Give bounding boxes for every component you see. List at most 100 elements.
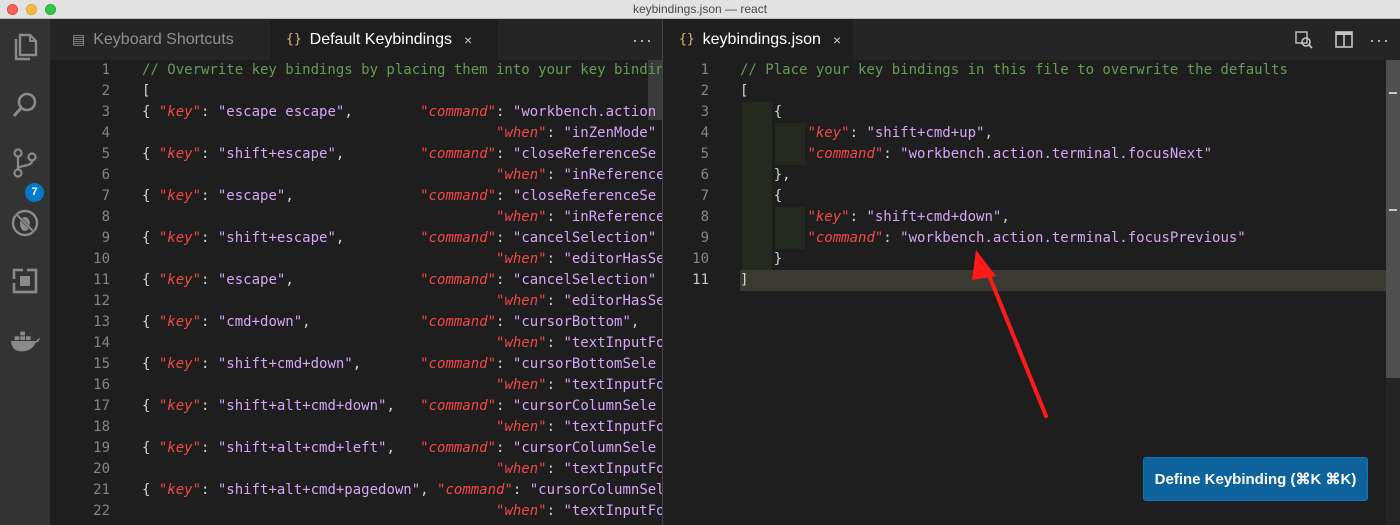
code-line: 7 { [663,186,1400,207]
code-line: 6 "when": "inReferenceSearc [50,165,662,186]
code-text: "when": "editorHasSelecti [496,251,662,267]
tab-default-keybindings[interactable]: {} Default Keybindings × [270,19,498,60]
line-number: 5 [101,146,110,162]
code-text: "when": "textInputFocus" [496,377,662,393]
close-icon[interactable]: × [833,32,841,48]
code-text: { "key": "escape escape", "command": "wo… [142,104,657,120]
more-actions-icon[interactable]: ··· [632,30,653,51]
code-text: [ [142,83,151,99]
code-line: 7 { "key": "escape", "command": "closeRef… [50,186,662,207]
code-text: "when": "inZenMode" }, [496,125,657,141]
line-number: 4 [700,125,709,141]
explorer-icon[interactable] [9,31,41,63]
editor-group-right: {} keybindings.json × ··· 1 // Place your… [663,19,1400,525]
code-line: 9 "command": "workbench.action.terminal.… [663,228,1400,249]
tab-keyboard-shortcuts[interactable]: ▤ Keyboard Shortcuts [50,19,270,60]
line-number: 10 [93,251,110,267]
split-editor-icon[interactable] [1335,31,1353,53]
activity-bar: 7 [0,19,50,525]
code-line: 3 { "key": "escape escape", "command": "w… [50,102,662,123]
code-text: "when": "textInputFocus" [496,503,662,519]
line-number: 22 [93,503,110,519]
line-number: 10 [692,251,709,267]
editor-default-keybindings[interactable]: 1 // Overwrite key bindings by placing th… [50,60,662,525]
code-line: 17 { "key": "shift+alt+cmd+down", "comman… [50,396,662,417]
code-line: 16 "when": "textInputFocus" [50,375,662,396]
code-text: "when": "textInputFocus" [496,419,662,435]
line-number: 1 [101,62,110,78]
window-title: keybindings.json — react [632,2,768,16]
line-number: 3 [700,104,709,120]
more-actions-icon[interactable]: ··· [1369,30,1390,51]
tab-label: Default Keybindings [309,30,452,48]
code-text: } [740,251,783,267]
code-text: "key": "shift+cmd+down", [807,209,1010,225]
code-text: { "key": "shift+alt+cmd+down", "command"… [142,398,657,414]
tab-bar-right: {} keybindings.json × ··· [663,19,1400,60]
line-number: 9 [700,230,709,246]
code-text: { "key": "shift+escape", "command": "can… [142,230,657,246]
json-file-icon: {} [286,32,302,47]
code-text: "when": "inReferenceSearc [496,209,662,225]
code-line: 1 // Overwrite key bindings by placing th… [50,60,662,81]
line-number: 7 [101,188,110,204]
code-text: { "key": "escape", "command": "closeRefe… [142,188,657,204]
code-text: { "key": "shift+cmd+down", "command": "c… [142,356,657,372]
tab-keybindings-json[interactable]: {} keybindings.json × [663,19,853,60]
scm-badge: 7 [25,183,44,202]
code-line: 9 { "key": "shift+escape", "command": "ca… [50,228,662,249]
line-number: 20 [93,461,110,477]
define-keybinding-button[interactable]: Define Keybinding (⌘K ⌘K) [1143,457,1368,501]
line-number: 16 [93,377,110,393]
search-icon[interactable] [9,89,41,121]
line-number: 1 [700,62,709,78]
code-text: { "key": "shift+alt+cmd+left", "command"… [142,440,657,456]
source-control-icon[interactable] [9,147,41,179]
code-line: 13 { "key": "cmd+down", "command": "curso… [50,312,662,333]
code-text: { "key": "shift+escape", "command": "clo… [142,146,657,162]
line-number: 4 [101,125,110,141]
extensions-icon[interactable] [9,265,41,297]
docker-icon[interactable] [9,325,41,357]
line-number: 3 [101,104,110,120]
code-line: 2[ [663,81,1400,102]
code-text: "when": "textInputFocus" [496,335,662,351]
line-number: 6 [101,167,110,183]
line-number: 14 [93,335,110,351]
line-number: 7 [700,188,709,204]
editor-keybindings-json[interactable]: 1 // Place your key bindings in this file… [663,60,1400,525]
code-text: [ [740,83,749,99]
code-line: 8 "when": "inReferenceSearc [50,207,662,228]
code-text: { "key": "shift+alt+cmd+pagedown", "comm… [142,482,662,498]
line-number: 12 [93,293,110,309]
code-line: 19 { "key": "shift+alt+cmd+left", "comman… [50,438,662,459]
code-line: 20 "when": "textInputFocus" [50,459,662,480]
tab-bar-left: ▤ Keyboard Shortcuts {} Default Keybindi… [50,19,662,60]
code-text: "key": "shift+cmd+up", [807,125,993,141]
open-changes-icon[interactable] [1295,31,1313,54]
debug-icon[interactable] [9,207,41,239]
close-icon[interactable]: × [464,32,472,48]
line-number: 5 [700,146,709,162]
code-line: 10 } [663,249,1400,270]
code-text: { [740,188,783,204]
code-text: ] [740,272,749,288]
code-text: // Overwrite key bindings by placing the… [142,62,662,78]
code-line: 1 // Place your key bindings in this file… [663,60,1400,81]
code-text: // Place your key bindings in this file … [740,62,1288,78]
code-text: { "key": "escape", "command": "cancelSel… [142,272,657,288]
code-line: 12 "when": "editorHasSelecti [50,291,662,312]
line-number: 19 [93,440,110,456]
tab-label: keybindings.json [702,30,821,48]
json-file-icon: {} [679,32,695,47]
line-number: 2 [700,83,709,99]
code-line: 2[ [50,81,662,102]
line-number: 18 [93,419,110,435]
code-text: "command": "workbench.action.terminal.fo… [807,230,1246,246]
code-line: 21 { "key": "shift+alt+cmd+pagedown", "co… [50,480,662,501]
tab-label: Keyboard Shortcuts [93,30,234,48]
code-line: 4 "when": "inZenMode" }, [50,123,662,144]
code-line: 5 "command": "workbench.action.terminal.… [663,144,1400,165]
line-number: 6 [700,167,709,183]
code-text: { [740,104,783,120]
